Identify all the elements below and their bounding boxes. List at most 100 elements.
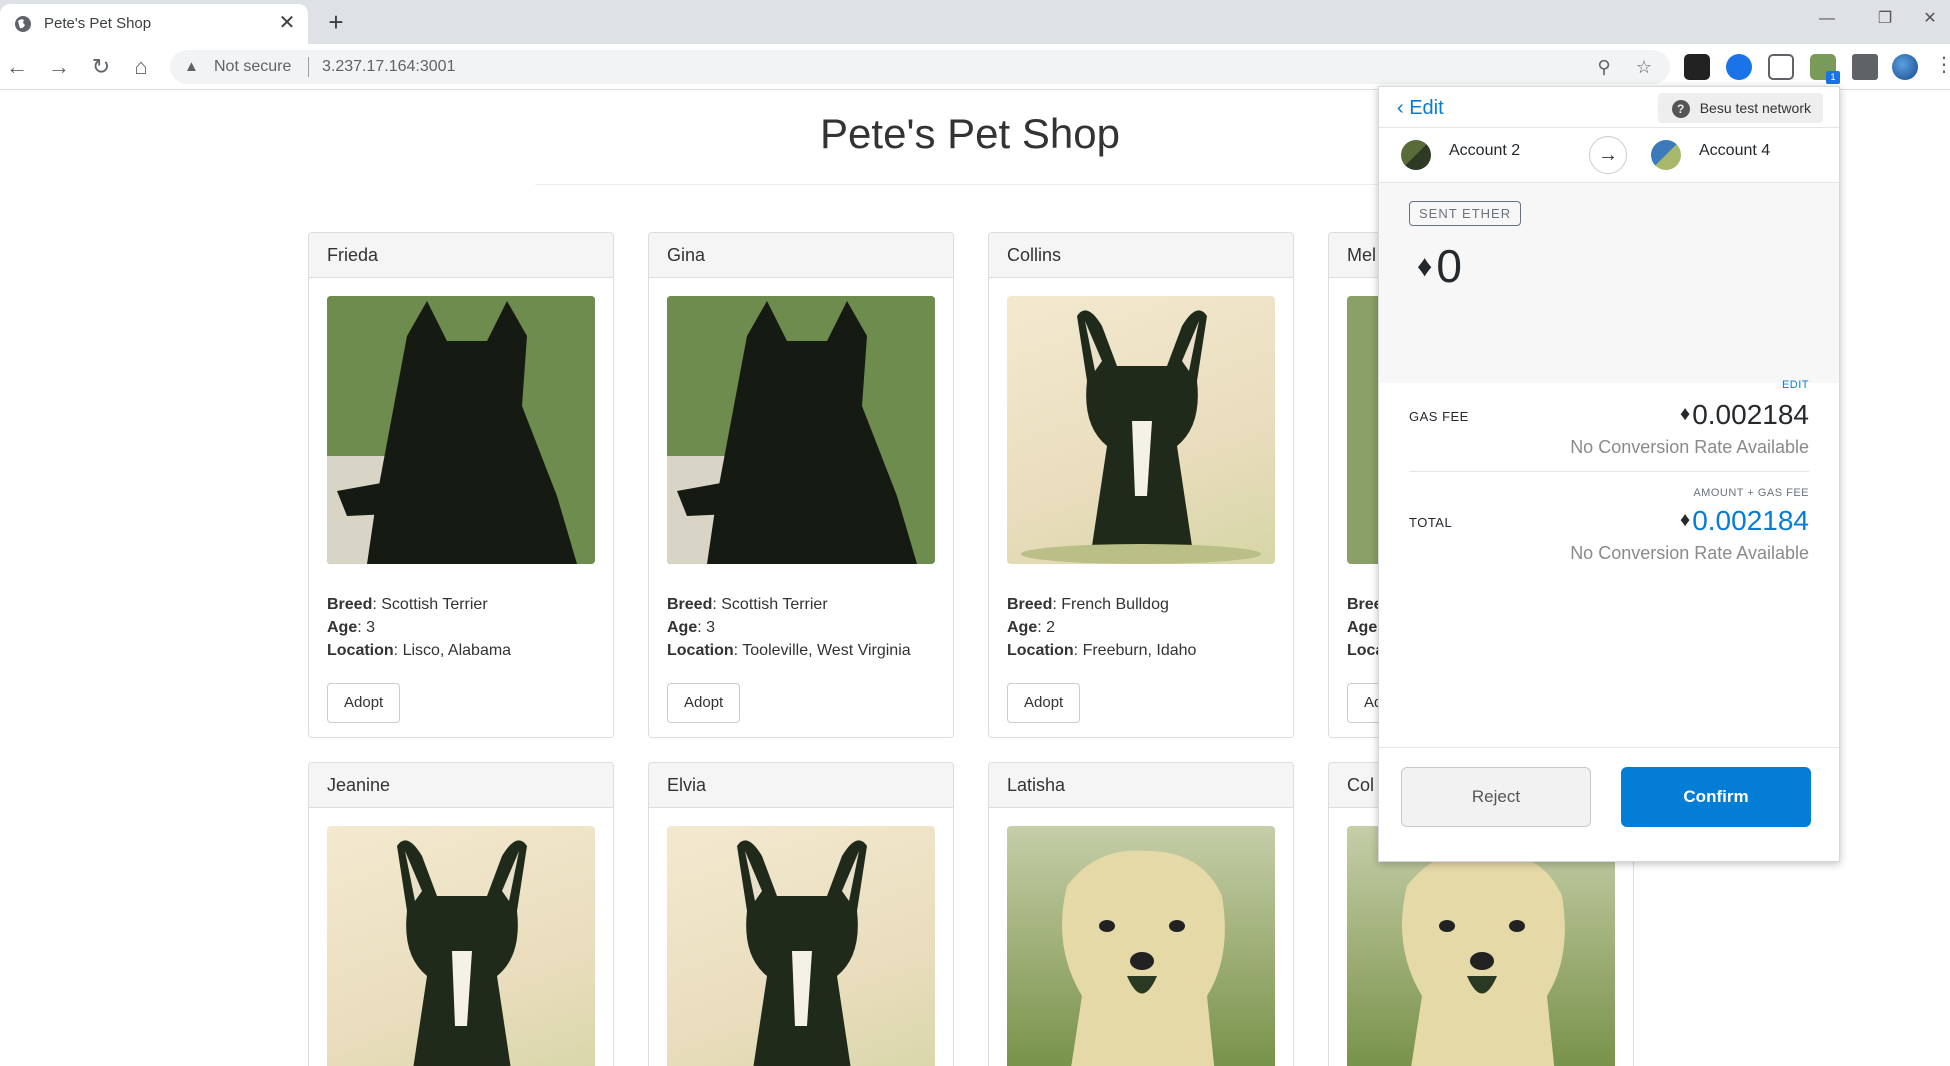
network-help-icon: ?	[1671, 100, 1690, 118]
location-label: Location	[1007, 642, 1074, 659]
new-tab-button[interactable]: +	[322, 8, 350, 36]
browser-tab[interactable]: Pete's Pet Shop ✕	[0, 4, 308, 44]
pet-card: Frieda Breed: Scottish Terrier Age: 3 Lo…	[308, 232, 614, 738]
pet-breed: Scottish Terrier	[721, 596, 828, 613]
pet-age: 3	[706, 619, 716, 636]
pet-name: Collins	[989, 233, 1293, 278]
pet-details: Breed: French Bulldog Age: 2 Location: F…	[1007, 596, 1197, 659]
edit-back-link[interactable]: ‹ Edit	[1397, 97, 1444, 120]
sent-amount-value: 0	[1436, 240, 1462, 292]
zoom-icon[interactable]: ⚲	[1592, 55, 1616, 79]
arrow-right-icon: →	[1589, 136, 1627, 174]
home-icon[interactable]: ⌂	[126, 52, 156, 82]
amount-gas-label: AMOUNT + GAS FEE	[1693, 487, 1809, 499]
pet-card: Jeanine	[308, 762, 614, 1066]
metamask-fox-icon[interactable]: 1	[1810, 54, 1840, 84]
pet-location: Tooleville, West Virginia	[742, 642, 911, 659]
to-account[interactable]: Account 4	[1699, 142, 1770, 160]
extensions-puzzle-icon[interactable]	[1852, 54, 1878, 80]
pet-age: 2	[1046, 619, 1056, 636]
bookmark-star-icon[interactable]: ☆	[1632, 55, 1656, 79]
adopt-button[interactable]: Adopt	[327, 683, 401, 723]
metamask-popup: ‹ Edit ? Besu test network Account 2 → Ac…	[1378, 86, 1840, 862]
breed-label: Breed	[667, 596, 713, 613]
pet-details: Breed: Scottish Terrier Age: 3 Location:…	[667, 596, 911, 659]
total-value: ♦0.002184	[1680, 505, 1809, 537]
pet-card: Gina Breed: Scottish Terrier Age: 3 Loca…	[648, 232, 954, 738]
age-label: Age	[667, 619, 698, 636]
network-name: Besu test network	[1699, 100, 1811, 116]
minimize-icon[interactable]: —	[1812, 6, 1842, 32]
pet-age: 3	[366, 619, 376, 636]
not-secure-label[interactable]: Not secure	[214, 58, 291, 76]
pet-card: Latisha	[988, 762, 1294, 1066]
edit-back-label: Edit	[1409, 97, 1444, 119]
pocket-extension-icon[interactable]	[1768, 54, 1794, 80]
pet-photo	[1007, 296, 1275, 564]
restore-icon[interactable]: ❐	[1870, 6, 1900, 32]
reload-icon[interactable]: ↻	[86, 52, 116, 82]
window-close-icon[interactable]: ✕	[1915, 6, 1945, 32]
pet-name: Latisha	[989, 763, 1293, 808]
location-label: Location	[327, 642, 394, 659]
terminal-extension-icon[interactable]	[1684, 54, 1710, 80]
gas-fee-value: ♦0.002184	[1680, 399, 1809, 431]
from-account-avatar	[1401, 140, 1431, 170]
tab-title: Pete's Pet Shop	[44, 15, 152, 32]
pet-name: Jeanine	[309, 763, 613, 808]
warning-icon: ▲	[184, 58, 199, 75]
pet-name: Elvia	[649, 763, 953, 808]
more-menu-icon[interactable]: ⋮	[1934, 52, 1950, 77]
pet-location: Freeburn, Idaho	[1082, 642, 1197, 659]
eth-icon: ♦	[1417, 250, 1433, 283]
tab-strip: Pete's Pet Shop ✕ + — ❐ ✕	[0, 0, 1950, 44]
gas-conversion-text: No Conversion Rate Available	[1570, 437, 1809, 457]
to-account-avatar	[1651, 140, 1681, 170]
url-text[interactable]: 3.237.17.164:3001	[322, 58, 455, 76]
adopt-button[interactable]: Adopt	[1007, 683, 1081, 723]
back-icon[interactable]: ←	[2, 52, 32, 82]
gas-fee-label: GAS FEE	[1409, 409, 1469, 424]
address-bar[interactable]: ▲ Not secure 3.237.17.164:3001 ⚲ ☆	[170, 50, 1670, 84]
browser-toolbar: ← → ↻ ⌂ ▲ Not secure 3.237.17.164:3001 ⚲…	[0, 44, 1950, 90]
forward-icon[interactable]: →	[44, 52, 74, 82]
from-account[interactable]: Account 2	[1449, 142, 1520, 160]
breed-label: Breed	[327, 596, 373, 613]
gas-fee-amount: 0.002184	[1692, 399, 1809, 430]
pet-location: Lisco, Alabama	[402, 642, 512, 659]
pet-photo	[327, 826, 595, 1066]
c-extension-icon[interactable]	[1726, 54, 1752, 80]
pet-card: Collins Breed: French Bulldog Age: 2 Loc…	[988, 232, 1294, 738]
pet-details: Breed: Scottish Terrier Age: 3 Location:…	[327, 596, 512, 659]
network-selector[interactable]: ? Besu test network	[1657, 93, 1823, 123]
globe-icon	[15, 16, 31, 32]
notification-badge: 1	[1826, 71, 1840, 84]
age-label: Age	[1007, 619, 1038, 636]
pet-name: Gina	[649, 233, 953, 278]
breed-label: Breed	[1007, 596, 1053, 613]
transaction-summary: SENT ETHER ♦0	[1379, 183, 1839, 383]
footer-divider	[1379, 747, 1839, 748]
pet-card: Elvia	[648, 762, 954, 1066]
pet-photo	[1347, 826, 1615, 1066]
pet-photo	[1007, 826, 1275, 1066]
title-divider	[535, 184, 1405, 185]
confirm-button[interactable]: Confirm	[1621, 767, 1811, 827]
tab-close-icon[interactable]: ✕	[276, 12, 298, 34]
pet-breed: Scottish Terrier	[381, 596, 488, 613]
pet-photo	[327, 296, 595, 564]
section-divider	[1409, 471, 1809, 472]
sent-ether-pill: SENT ETHER	[1409, 201, 1522, 226]
pet-age: Age	[1347, 619, 1378, 636]
eth-icon: ♦	[1679, 403, 1691, 425]
profile-avatar[interactable]	[1892, 54, 1918, 80]
adopt-button[interactable]: Adopt	[667, 683, 741, 723]
pet-name: Frieda	[309, 233, 613, 278]
account-transfer-bar: Account 2 → Account 4	[1379, 127, 1839, 183]
age-label: Age	[327, 619, 358, 636]
edit-gas-link[interactable]: EDIT	[1782, 379, 1809, 391]
total-amount: 0.002184	[1692, 505, 1809, 536]
sent-amount: ♦0	[1417, 239, 1462, 293]
pet-photo	[667, 826, 935, 1066]
reject-button[interactable]: Reject	[1401, 767, 1591, 827]
